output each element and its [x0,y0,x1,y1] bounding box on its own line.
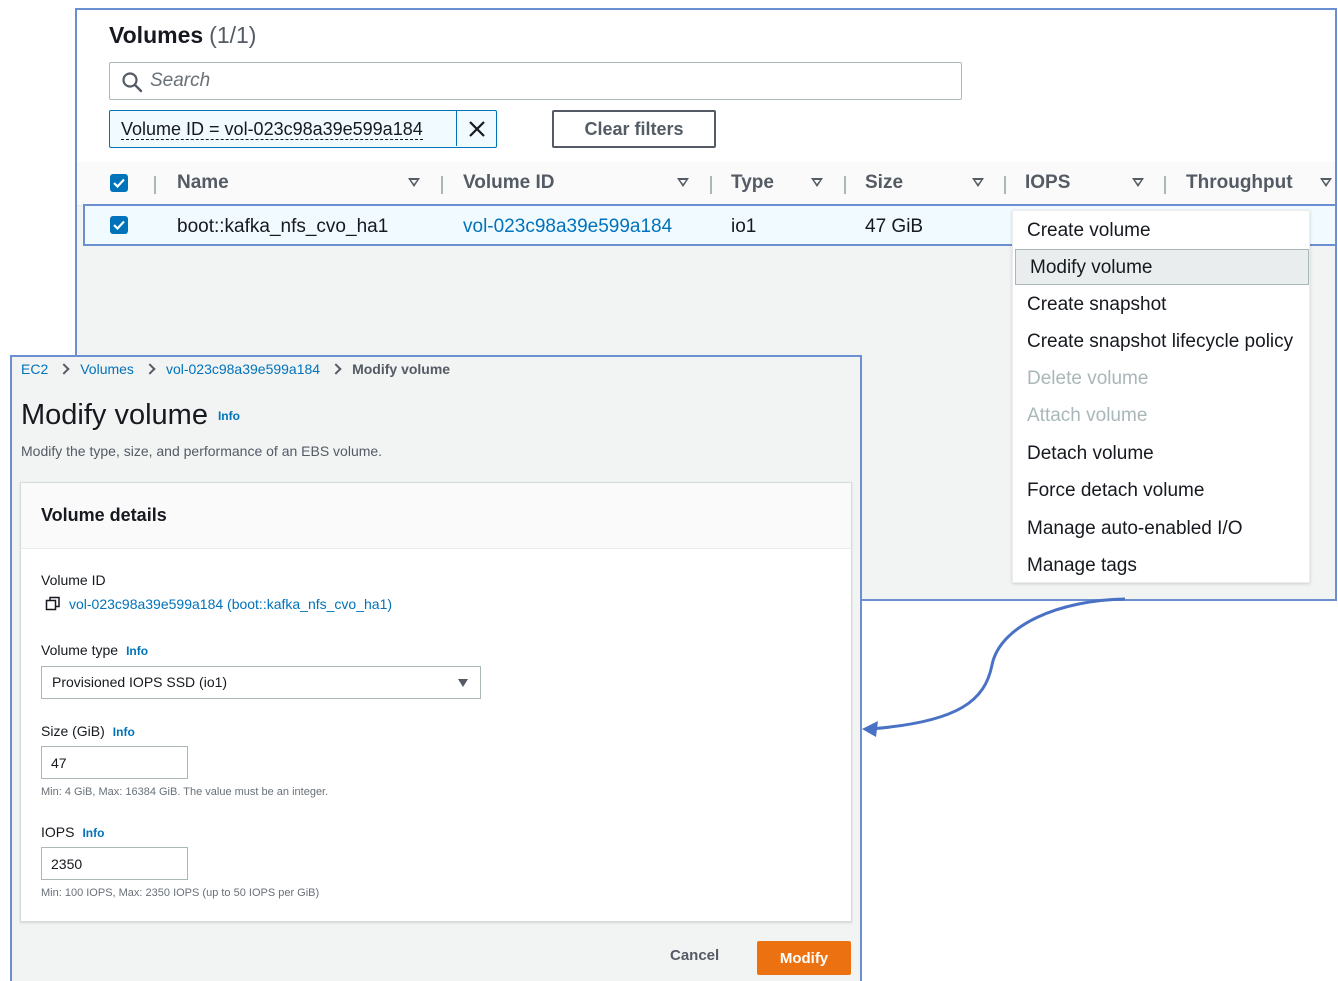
volume-type-select[interactable]: Provisioned IOPS SSD (io1) [41,666,481,699]
cancel-button[interactable]: Cancel [670,947,719,964]
iops-label: IOPS Info [41,824,104,840]
menu-item-create-snapshot[interactable]: Create snapshot [1013,287,1309,323]
sort-icon[interactable] [811,178,823,187]
row-type: io1 [731,216,757,237]
filter-token-text[interactable]: Volume ID = vol-023c98a39e599a184 [121,119,423,140]
column-header-iops[interactable]: IOPS [1025,172,1070,194]
breadcrumb: EC2 Volumes vol-023c98a39e599a184 Modify… [21,361,450,377]
sort-icon[interactable] [1320,178,1332,187]
page-description: Modify the type, size, and performance o… [21,443,383,459]
column-header-volume-id[interactable]: Volume ID [463,172,555,194]
actions-menu: Create volume Modify volume Create snaps… [1012,210,1310,583]
column-header-size[interactable]: Size [865,172,903,194]
info-link[interactable]: Info [113,725,135,739]
info-link[interactable]: Info [126,644,148,658]
breadcrumb-volumes[interactable]: Volumes [80,361,134,377]
column-header-throughput[interactable]: Throughput [1186,172,1293,194]
volumes-count: (1/1) [209,22,257,48]
column-separator [1164,176,1166,194]
volume-type-selected-value: Provisioned IOPS SSD (io1) [52,674,228,690]
chevron-right-icon [330,363,342,375]
volume-type-label: Volume type Info [41,642,148,658]
checkmark-icon [113,220,125,230]
row-volume-id-link[interactable]: vol-023c98a39e599a184 [463,216,672,238]
checkmark-icon [113,178,125,188]
menu-item-modify-volume[interactable]: Modify volume [1015,249,1309,285]
column-separator [154,176,156,194]
menu-item-manage-tags[interactable]: Manage tags [1013,548,1309,584]
size-input[interactable] [41,746,188,779]
row-name: boot::kafka_nfs_cvo_ha1 [177,216,389,237]
filter-remove-button[interactable] [456,111,496,146]
info-link[interactable]: Info [218,409,240,423]
copy-icon[interactable] [45,596,61,612]
iops-hint: Min: 100 IOPS, Max: 2350 IOPS (up to 50 … [41,887,320,899]
volume-type-label-text: Volume type [41,642,119,658]
info-link[interactable]: Info [82,826,104,840]
volume-id-value: vol-023c98a39e599a184 (boot::kafka_nfs_c… [45,596,392,612]
breadcrumb-current: Modify volume [352,361,451,377]
size-hint: Min: 4 GiB, Max: 16384 GiB. The value mu… [41,786,329,798]
modify-volume-panel: EC2 Volumes vol-023c98a39e599a184 Modify… [10,355,862,981]
size-label: Size (GiB) Info [41,723,135,739]
sort-icon[interactable] [677,178,689,187]
sort-icon[interactable] [408,178,420,187]
volume-id-link[interactable]: vol-023c98a39e599a184 (boot::kafka_nfs_c… [69,596,392,612]
menu-item-attach-volume: Attach volume [1027,405,1148,426]
column-separator [710,176,712,194]
select-all-checkbox[interactable] [110,174,128,192]
chevron-right-icon [58,363,70,375]
search-box[interactable] [109,62,962,100]
caret-down-icon [458,679,468,687]
search-icon [122,72,143,93]
filter-token[interactable]: Volume ID = vol-023c98a39e599a184 [109,110,497,148]
column-header-type[interactable]: Type [731,172,774,194]
sort-icon[interactable] [972,178,984,187]
volumes-title: Volumes (1/1) [109,22,256,49]
page-title: Modify volume Info [21,399,240,432]
breadcrumb-ec2[interactable]: EC2 [21,361,48,377]
size-label-text: Size (GiB) [41,723,105,739]
menu-item-create-snapshot-lifecycle-policy[interactable]: Create snapshot lifecycle policy [1013,324,1309,360]
close-icon [468,120,485,137]
page-title-text: Modify volume [21,399,208,431]
card-title: Volume details [41,505,167,525]
menu-item-delete-volume: Delete volume [1027,368,1149,389]
menu-item-detach-volume[interactable]: Detach volume [1013,436,1309,472]
search-input[interactable] [150,68,930,94]
iops-label-text: IOPS [41,824,75,840]
clear-filters-button[interactable]: Clear filters [552,110,716,148]
column-separator [844,176,846,194]
row-checkbox[interactable] [110,216,128,234]
breadcrumb-volume-id[interactable]: vol-023c98a39e599a184 [166,361,320,377]
column-separator [1004,176,1006,194]
iops-input[interactable] [41,847,188,880]
menu-item-create-volume[interactable]: Create volume [1013,213,1309,249]
chevron-right-icon [144,363,156,375]
volume-id-label: Volume ID [41,572,106,588]
row-size: 47 GiB [865,216,924,237]
volumes-title-text: Volumes [109,22,204,48]
column-header-name[interactable]: Name [177,172,229,194]
column-separator [441,176,443,194]
volume-details-card: Volume details Volume ID vol-023c98a39e5… [20,482,852,922]
modify-button[interactable]: Modify [757,941,851,975]
menu-item-manage-auto-enabled-io[interactable]: Manage auto-enabled I/O [1013,511,1309,547]
card-header: Volume details [21,483,851,549]
sort-icon[interactable] [1132,178,1144,187]
menu-item-force-detach-volume[interactable]: Force detach volume [1013,473,1309,509]
table-header: Name Volume ID Type Size IOPS Throughput [77,162,1335,206]
